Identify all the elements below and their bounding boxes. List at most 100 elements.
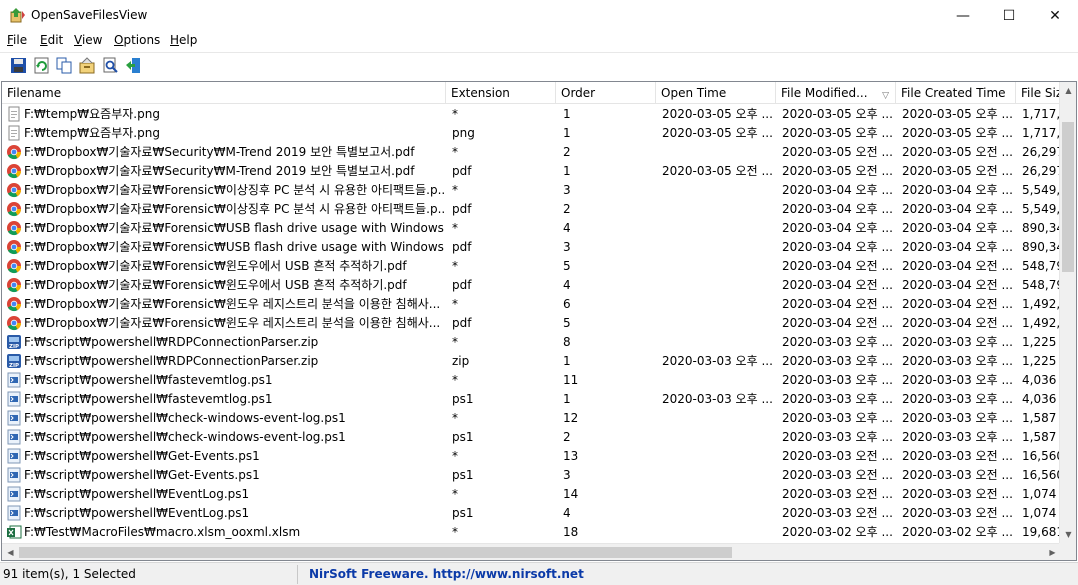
close-button[interactable]: ✕ <box>1032 0 1078 31</box>
column-header-filename[interactable]: Filename <box>2 82 446 104</box>
cell-ext: ps1 <box>452 506 474 520</box>
cell-open <box>662 428 774 447</box>
horizontal-scroll-thumb[interactable] <box>19 547 732 558</box>
column-header-extension[interactable]: Extension <box>446 82 556 104</box>
zip-icon: ZIP <box>7 335 21 350</box>
cell-ext: * <box>452 373 458 387</box>
column-header-file-modified-label: File Modified... <box>781 86 868 100</box>
minimize-button[interactable]: — <box>940 0 986 31</box>
cell-ext: pdf <box>452 202 472 216</box>
column-header-file-created[interactable]: File Created Time <box>896 82 1016 104</box>
table-row[interactable]: F:₩script₩powershell₩EventLog.ps1 * 14 2020… <box>2 485 1062 504</box>
chrome-icon <box>7 240 22 255</box>
cell-order: 4 <box>563 221 571 235</box>
vertical-scroll-thumb[interactable] <box>1062 122 1074 272</box>
menu-file[interactable]: File <box>7 33 27 47</box>
copy-icon[interactable] <box>56 57 73 74</box>
table-row[interactable]: F:₩Dropbox₩기술자료₩Forensic₩이상징후 PC 분석 시 유용… <box>2 181 1062 200</box>
refresh-icon[interactable] <box>33 57 50 74</box>
column-header-file-modified[interactable]: File Modified... ▽ <box>776 82 896 104</box>
cell-order: 5 <box>563 259 571 273</box>
cell-open: 2020-03-05 오후 ... <box>662 126 773 140</box>
table-row[interactable]: F:₩Dropbox₩기술자료₩Forensic₩윈도우에서 USB 흔적 추적… <box>2 276 1062 295</box>
table-row[interactable]: F:₩Dropbox₩기술자료₩Security₩M-Trend 2019 보안… <box>2 162 1062 181</box>
cell-modified: 2020-03-03 오후 ... <box>782 430 893 444</box>
save-icon[interactable] <box>10 57 27 74</box>
horizontal-scrollbar[interactable]: ◀ ▶ <box>2 543 1061 560</box>
cell-created: 2020-03-03 오전 ... <box>902 468 1013 482</box>
cell-size: 16,560 <box>1022 468 1062 482</box>
cell-created: 2020-03-03 오후 ... <box>902 373 1013 387</box>
chrome-icon <box>7 202 22 217</box>
menu-edit[interactable]: Edit <box>40 33 63 47</box>
exit-icon[interactable] <box>125 57 142 74</box>
files-list[interactable]: Filename Extension Order Open Time File … <box>1 81 1077 561</box>
scroll-down-icon[interactable]: ▼ <box>1060 526 1076 543</box>
cell-size: 1,074 <box>1022 506 1057 520</box>
properties-icon[interactable] <box>79 57 96 74</box>
cell-size: 26,297 <box>1022 145 1062 159</box>
maximize-button[interactable]: ☐ <box>986 0 1032 31</box>
cell-order: 6 <box>563 297 571 311</box>
cell-open <box>662 181 774 200</box>
cell-modified: 2020-03-04 오후 ... <box>782 202 893 216</box>
scroll-up-icon[interactable]: ▲ <box>1060 82 1076 99</box>
cell-open <box>662 409 774 428</box>
cell-ext: * <box>452 259 458 273</box>
table-row[interactable]: F:₩Dropbox₩기술자료₩Security₩M-Trend 2019 보안… <box>2 143 1062 162</box>
table-row[interactable]: F:₩script₩powershell₩Get-Events.ps1 ps1 3 2… <box>2 466 1062 485</box>
cell-filename: F:₩Test₩MacroFiles₩macro.xlsm_ooxml.xlsm <box>24 525 301 539</box>
table-row[interactable]: ZIP F:₩script₩powershell₩RDPConnectionPar… <box>2 333 1062 352</box>
table-row[interactable]: F:₩Dropbox₩기술자료₩Forensic₩윈도우에서 USB 흔적 추적… <box>2 257 1062 276</box>
table-row[interactable]: F:₩temp₩요즘부자.png * 1 2020-03-05 오후 ... 2020-… <box>2 105 1062 124</box>
table-row[interactable]: F:₩Dropbox₩기술자료₩Forensic₩USB flash drive… <box>2 219 1062 238</box>
column-header-order[interactable]: Order <box>556 82 656 104</box>
cell-open <box>662 504 774 523</box>
cell-open <box>662 523 774 542</box>
table-row[interactable]: F:₩Dropbox₩기술자료₩Forensic₩윈도우 레지스트리 분석을 이… <box>2 295 1062 314</box>
table-row[interactable]: F:₩temp₩요즘부자.png png 1 2020-03-05 오후 ... 202… <box>2 124 1062 143</box>
cell-order: 3 <box>563 183 571 197</box>
scroll-left-icon[interactable]: ◀ <box>2 544 19 560</box>
cell-ext: * <box>452 411 458 425</box>
table-row[interactable]: ZIP F:₩script₩powershell₩RDPConnectionPar… <box>2 352 1062 371</box>
table-row[interactable]: F:₩script₩powershell₩check-windows-event… <box>2 409 1062 428</box>
find-icon[interactable] <box>102 57 119 74</box>
cell-size: 1,492,5 <box>1022 316 1062 330</box>
cell-filename: F:₩script₩powershell₩check-windows-event… <box>24 430 346 444</box>
cell-ext: * <box>452 221 458 235</box>
cell-size: 1,074 <box>1022 487 1057 501</box>
svg-text:ZIP: ZIP <box>9 363 19 369</box>
cell-order: 1 <box>563 354 571 368</box>
cell-open <box>662 257 774 276</box>
table-row[interactable]: F:₩script₩powershell₩EventLog.ps1 ps1 4 202… <box>2 504 1062 523</box>
table-row[interactable]: F:₩script₩powershell₩fastevemtlog.ps1 ps1… <box>2 390 1062 409</box>
table-row[interactable]: F:₩script₩powershell₩fastevemtlog.ps1 * 11… <box>2 371 1062 390</box>
menu-help[interactable]: Help <box>170 33 197 47</box>
cell-ext: * <box>452 449 458 463</box>
cell-created: 2020-03-03 오전 ... <box>902 449 1013 463</box>
cell-order: 1 <box>563 107 571 121</box>
cell-ext: * <box>452 525 458 539</box>
cell-created: 2020-03-04 오전 ... <box>902 316 1013 330</box>
column-header-file-size[interactable]: File Siz <box>1016 82 1062 104</box>
cell-size: 890,34 <box>1022 221 1062 235</box>
cell-order: 2 <box>563 145 571 159</box>
cell-created: 2020-03-03 오후 ... <box>902 354 1013 368</box>
table-row[interactable]: F:₩script₩powershell₩Get-Events.ps1 * 13 20… <box>2 447 1062 466</box>
cell-modified: 2020-03-04 오전 ... <box>782 297 893 311</box>
cell-open: 2020-03-03 오후 ... <box>662 354 773 368</box>
status-nirsoft-link[interactable]: NirSoft Freeware. http://www.nirsoft.net <box>309 565 584 584</box>
menu-view[interactable]: View <box>74 33 102 47</box>
table-row[interactable]: F:₩Dropbox₩기술자료₩Forensic₩이상징후 PC 분석 시 유용… <box>2 200 1062 219</box>
menu-options[interactable]: Options <box>114 33 160 47</box>
table-row[interactable]: F:₩Dropbox₩기술자료₩Forensic₩USB flash drive… <box>2 238 1062 257</box>
cell-size: 19,681 <box>1022 525 1062 539</box>
table-row[interactable]: F:₩Test₩MacroFiles₩macro.xlsm_ooxml.xlsm… <box>2 523 1062 542</box>
cell-size: 5,549,3 <box>1022 183 1062 197</box>
column-header-open-time[interactable]: Open Time <box>656 82 776 104</box>
table-row[interactable]: F:₩script₩powershell₩check-windows-event… <box>2 428 1062 447</box>
table-row[interactable]: F:₩Dropbox₩기술자료₩Forensic₩윈도우 레지스트리 분석을 이… <box>2 314 1062 333</box>
cell-ext: ps1 <box>452 468 474 482</box>
vertical-scrollbar[interactable]: ▲ ▼ <box>1059 82 1076 543</box>
